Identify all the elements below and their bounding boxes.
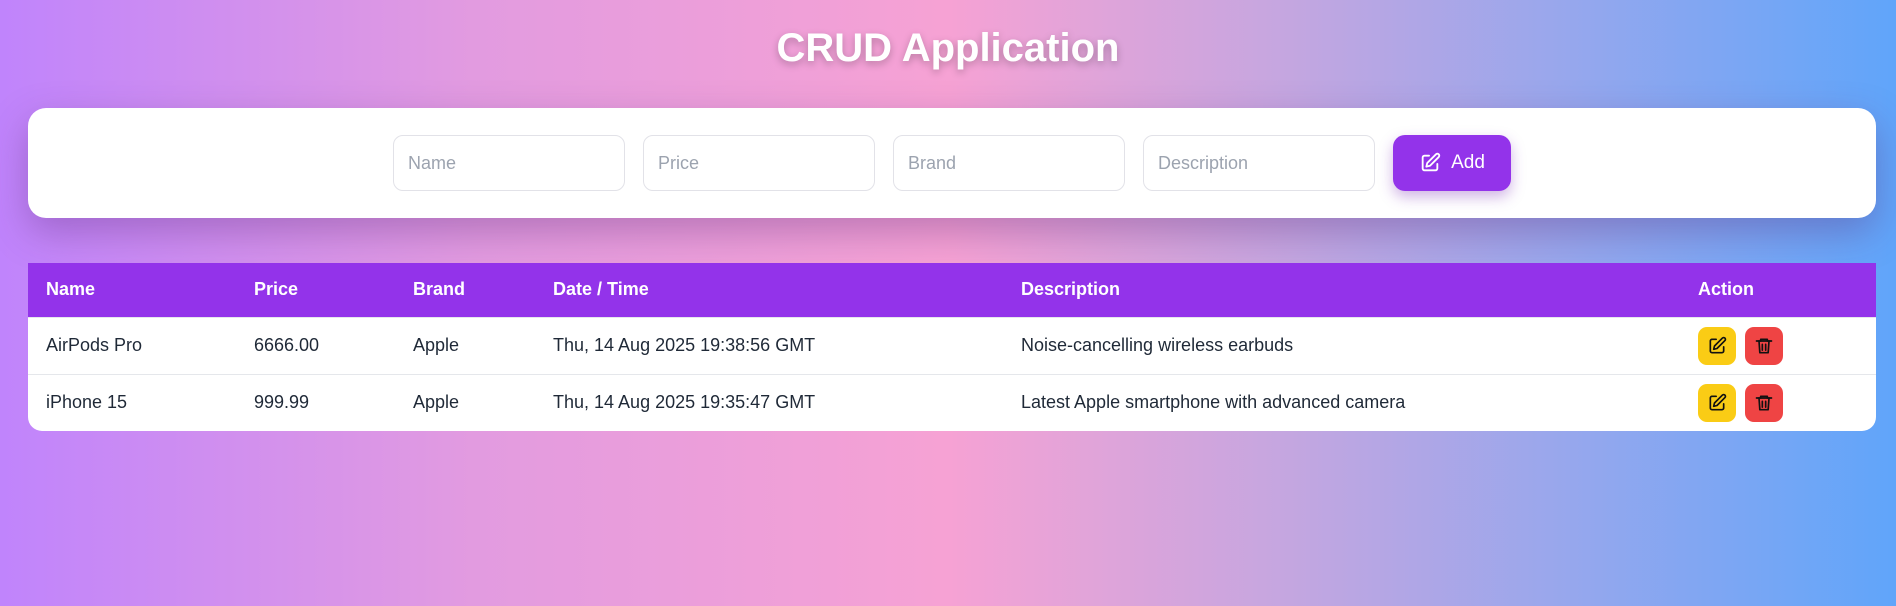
add-button-label: Add — [1451, 152, 1485, 173]
page-title: CRUD Application — [776, 26, 1120, 70]
cell-price: 999.99 — [254, 392, 310, 413]
cell-brand: Apple — [413, 335, 460, 355]
table-row: iPhone 15 999.99 Apple Thu, 14 Aug 2025 … — [28, 374, 1876, 431]
cell-datetime: Thu, 14 Aug 2025 19:38:56 GMT — [553, 335, 816, 355]
table-header-row: Name Price Brand Date / Time Description… — [28, 263, 1876, 317]
edit-button[interactable] — [1698, 326, 1736, 365]
add-button[interactable]: Add — [1393, 135, 1511, 191]
cell-description: Noise-cancelling wireless earbuds — [1021, 335, 1294, 355]
cell-description: Latest Apple smartphone with advanced ca… — [1021, 392, 1406, 413]
cell-actions — [1680, 317, 1876, 374]
add-product-form: Add — [28, 108, 1876, 218]
cell-price: 6666.00 — [254, 335, 320, 355]
delete-button[interactable] — [1745, 383, 1783, 422]
price-input[interactable] — [643, 135, 875, 191]
header-description: Description — [1021, 279, 1121, 300]
trash-icon — [1754, 336, 1774, 356]
cell-actions — [1680, 374, 1876, 431]
trash-icon — [1754, 393, 1774, 413]
table-row: AirPods Pro 6666.00 Apple Thu, 14 Aug 20… — [28, 317, 1876, 374]
brand-input[interactable] — [893, 135, 1125, 191]
header-name: Name — [46, 279, 96, 300]
cell-datetime: Thu, 14 Aug 2025 19:35:47 GMT — [553, 392, 816, 413]
cell-name: AirPods Pro — [46, 335, 143, 355]
delete-button[interactable] — [1745, 326, 1783, 365]
edit-icon — [1707, 393, 1727, 413]
name-input[interactable] — [393, 135, 625, 191]
cell-brand: Apple — [413, 392, 460, 413]
header-brand: Brand — [413, 279, 466, 300]
cell-name: iPhone 15 — [46, 392, 128, 413]
description-input[interactable] — [1143, 135, 1375, 191]
edit-icon — [1707, 336, 1727, 356]
header-datetime: Date / Time — [553, 279, 649, 300]
header-price: Price — [254, 279, 299, 300]
pencil-square-icon — [1419, 152, 1441, 174]
header-action: Action — [1698, 279, 1754, 300]
edit-button[interactable] — [1698, 383, 1736, 422]
products-table: Name Price Brand Date / Time Description… — [28, 263, 1876, 431]
